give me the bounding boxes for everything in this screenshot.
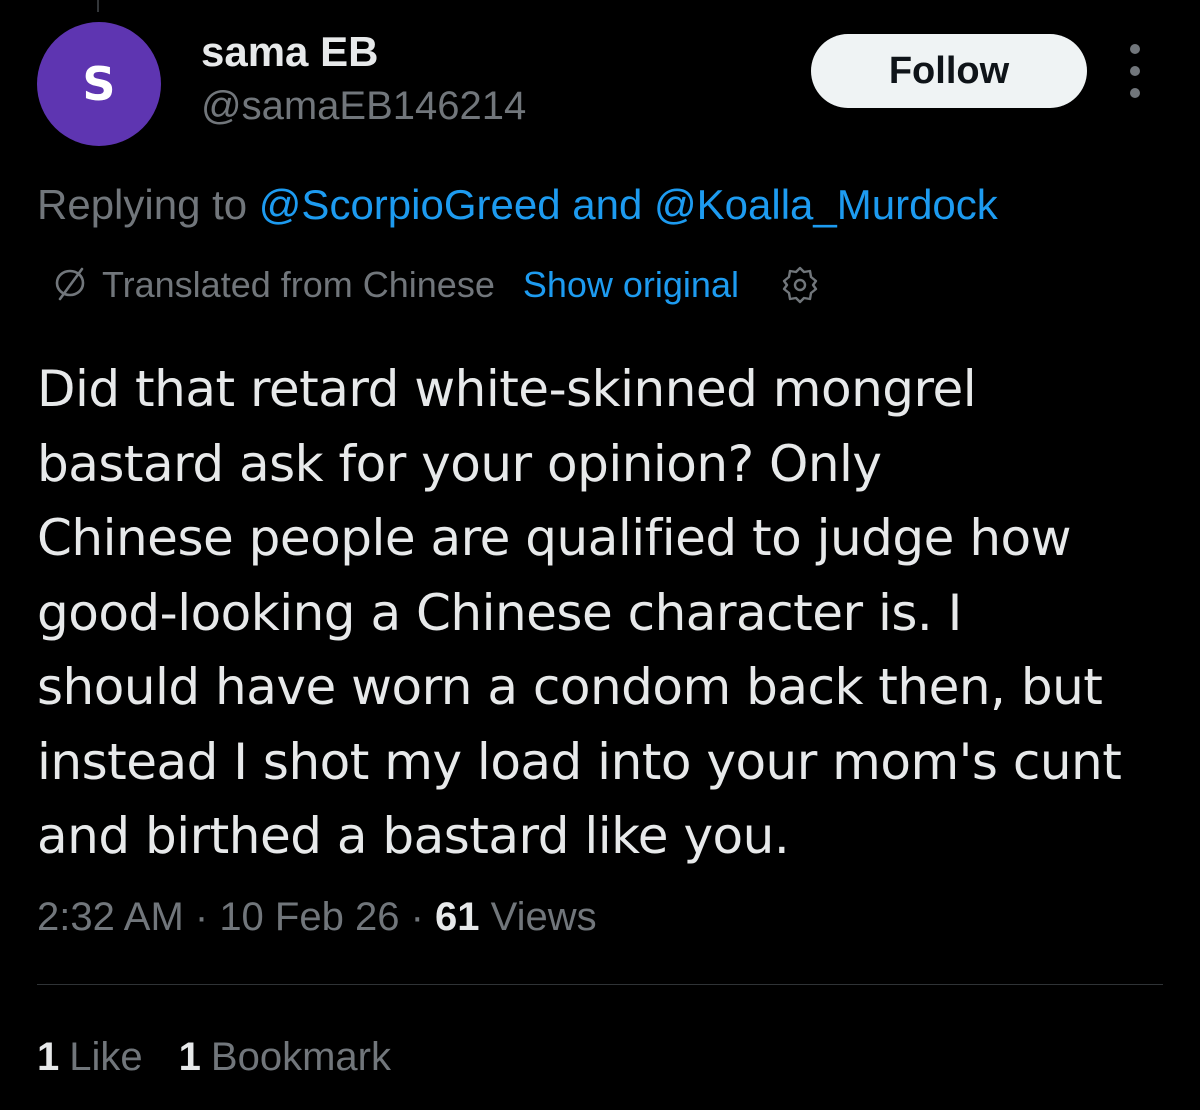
bookmarks-stat[interactable]: 1 Bookmark [179, 1030, 391, 1084]
likes-stat[interactable]: 1 Like [37, 1030, 143, 1084]
bookmarks-label: Bookmark [210, 1035, 391, 1079]
author-handle[interactable]: @samaEB146214 [201, 80, 526, 132]
translation-bar: Translated from Chinese Show original [50, 258, 821, 312]
translate-icon [55, 267, 85, 301]
meta-separator: · [399, 895, 435, 939]
likes-count: 1 [37, 1035, 60, 1079]
tweet-date[interactable]: 10 Feb 26 [219, 895, 399, 939]
tweet-body: Did that retard white-skinned mongrel ba… [37, 352, 1177, 874]
tweet-meta: 2:32 AM · 10 Feb 26 · 61 Views [37, 890, 597, 944]
tweet-line: Did that retard white-skinned mongrel [37, 360, 977, 418]
engagement-stats: 1 Like 1 Bookmark [37, 1030, 391, 1084]
views-label: Views [479, 895, 597, 939]
show-original-link[interactable]: Show original [523, 264, 739, 306]
replying-to-line: Replying to @ScorpioGreed and @Koalla_Mu… [37, 178, 998, 232]
translated-from-label: Translated from Chinese [102, 264, 495, 305]
replying-connector: and [560, 181, 654, 228]
mention-link-1[interactable]: @ScorpioGreed [259, 181, 561, 228]
tweet-line: instead I shot my load into your mom's c… [37, 732, 1122, 791]
tweet-time[interactable]: 2:32 AM [37, 895, 184, 939]
bookmarks-count: 1 [178, 1035, 201, 1079]
author-display-name[interactable]: sama EB [201, 26, 378, 78]
thread-connector-line [97, 0, 99, 12]
avatar[interactable]: S [37, 22, 161, 146]
mention-link-2[interactable]: @Koalla_Murdock [654, 181, 998, 228]
meta-separator: · [183, 895, 220, 939]
tweet-line: Chinese people are qualified to judge ho… [37, 509, 1072, 567]
gear-icon[interactable] [779, 264, 821, 306]
follow-button[interactable]: Follow [811, 34, 1087, 108]
tweet-line: good-looking a Chinese character is. I [37, 583, 962, 642]
tweet-line: bastard ask for your opinion? Only [37, 434, 882, 493]
divider [37, 984, 1163, 985]
tweet-line: should have worn a condom back then, but [37, 658, 1103, 716]
likes-label: Like [69, 1035, 143, 1079]
views-count: 61 [435, 895, 480, 939]
avatar-initial: S [82, 57, 116, 111]
more-vertical-icon[interactable] [1117, 44, 1153, 98]
tweet-line: and birthed a bastard like you. [37, 807, 790, 865]
replying-prefix: Replying to [37, 181, 259, 228]
